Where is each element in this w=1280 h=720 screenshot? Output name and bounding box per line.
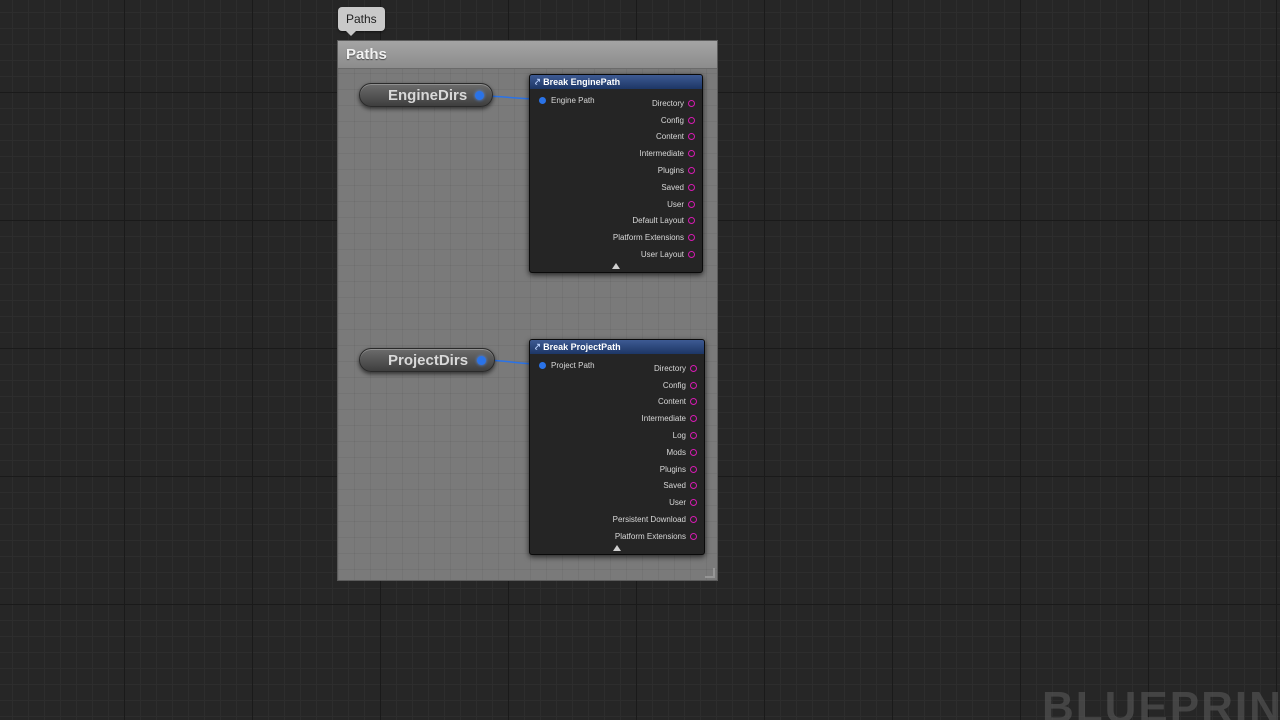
struct-input-pin-icon[interactable]	[539, 97, 546, 104]
blueprint-watermark: BLUEPRINT	[1042, 683, 1280, 720]
break-struct-icon: ⤤	[535, 77, 541, 87]
string-output-pin-icon[interactable]	[688, 234, 695, 242]
pin-label: Saved	[661, 182, 684, 192]
pin-label: Intermediate	[639, 149, 684, 159]
resize-grip-icon[interactable]	[705, 568, 715, 578]
string-output-pin-icon[interactable]	[688, 200, 695, 208]
variable-node-enginedirs[interactable]: EngineDirs	[359, 83, 493, 107]
output-pin-row[interactable]: Content	[656, 129, 695, 146]
output-pin-list: Directory Config Content Intermediate Plugin…	[613, 95, 695, 263]
comment-title[interactable]: Paths	[338, 41, 717, 69]
pin-label: Plugins	[659, 464, 686, 474]
pin-label: Intermediate	[641, 414, 686, 424]
string-output-pin-icon[interactable]	[690, 364, 697, 372]
output-pin-row[interactable]: Content	[658, 394, 697, 411]
break-projectpath-node[interactable]: ⤤ Break ProjectPath Project Path Directo…	[529, 339, 705, 555]
string-output-pin-icon[interactable]	[690, 415, 697, 423]
output-pin-row[interactable]: Platform Extensions	[615, 528, 697, 545]
pin-label: Engine Path	[551, 96, 595, 105]
output-pin-row[interactable]: Mods	[666, 444, 697, 461]
pin-label: User	[669, 498, 686, 508]
string-output-pin-icon[interactable]	[690, 448, 697, 456]
struct-input-pin-icon[interactable]	[539, 362, 546, 369]
input-pin-engine-path[interactable]: Engine Path	[539, 96, 595, 105]
output-pin-row[interactable]: Plugins	[658, 162, 695, 179]
pin-label: Project Path	[551, 361, 595, 370]
input-pin-project-path[interactable]: Project Path	[539, 361, 595, 370]
pin-label: Persistent Download	[612, 515, 686, 525]
output-pin-row[interactable]: Config	[661, 112, 695, 129]
pin-label: Content	[657, 397, 686, 407]
blueprint-graph-canvas[interactable]: Paths Paths EngineDirs ⤤ Break EnginePat…	[0, 0, 1280, 720]
string-output-pin-icon[interactable]	[688, 116, 695, 124]
output-pin-row[interactable]: Saved	[661, 179, 695, 196]
string-output-pin-icon[interactable]	[690, 499, 697, 507]
output-pin-row[interactable]: Persistent Download	[613, 511, 697, 528]
string-output-pin-icon[interactable]	[690, 381, 697, 389]
output-pin-row[interactable]: User	[667, 196, 695, 213]
output-pin-row[interactable]: Directory	[652, 95, 695, 112]
collapse-arrow-icon[interactable]	[613, 545, 621, 551]
output-pin-row[interactable]: Intermediate	[640, 145, 695, 162]
node-title: Break EnginePath	[543, 77, 621, 87]
string-output-pin-icon[interactable]	[690, 516, 697, 524]
string-output-pin-icon[interactable]	[690, 432, 697, 440]
output-pin-row[interactable]: Log	[673, 427, 697, 444]
pin-label: Default Layout	[632, 216, 684, 226]
pin-label: Directory	[651, 98, 684, 108]
pin-label: Mods	[666, 447, 686, 457]
output-pin-row[interactable]: User	[669, 494, 697, 511]
output-pin-row[interactable]: Plugins	[660, 461, 697, 478]
output-pin-row[interactable]: Intermediate	[642, 410, 697, 427]
pin-label: Config	[660, 115, 684, 125]
variable-node-projectdirs[interactable]: ProjectDirs	[359, 348, 495, 372]
string-output-pin-icon[interactable]	[690, 532, 697, 540]
pin-label: Saved	[663, 481, 686, 491]
pin-label: Platform Extensions	[612, 233, 684, 243]
output-pin-row[interactable]: Saved	[663, 478, 697, 495]
string-output-pin-icon[interactable]	[690, 398, 697, 406]
string-output-pin-icon[interactable]	[688, 183, 695, 191]
node-title: Break ProjectPath	[543, 342, 621, 352]
string-output-pin-icon[interactable]	[688, 217, 695, 225]
struct-output-pin-icon[interactable]	[475, 91, 484, 100]
string-output-pin-icon[interactable]	[688, 167, 695, 175]
output-pin-row[interactable]: Default Layout	[632, 213, 695, 230]
pin-label: Directory	[653, 363, 686, 373]
string-output-pin-icon[interactable]	[688, 133, 695, 141]
pin-label: User	[667, 199, 684, 209]
comment-bubble[interactable]: Paths	[338, 7, 385, 36]
output-pin-row[interactable]: Directory	[654, 360, 697, 377]
string-output-pin-icon[interactable]	[690, 482, 697, 490]
break-struct-icon: ⤤	[535, 342, 541, 352]
collapse-arrow-icon[interactable]	[612, 263, 620, 269]
string-output-pin-icon[interactable]	[688, 251, 695, 259]
struct-output-pin-icon[interactable]	[477, 356, 486, 365]
output-pin-row[interactable]: Platform Extensions	[613, 229, 695, 246]
pin-label: Config	[662, 380, 686, 390]
string-output-pin-icon[interactable]	[688, 150, 695, 158]
pin-label: Log	[672, 431, 686, 441]
output-pin-row[interactable]: User Layout	[641, 246, 695, 263]
output-pin-list: Directory Config Content Intermediate Log Mod…	[613, 360, 697, 545]
variable-label: EngineDirs	[388, 87, 468, 104]
pin-label: User Layout	[640, 250, 684, 260]
variable-label: ProjectDirs	[388, 352, 469, 369]
pin-label: Plugins	[657, 166, 684, 176]
break-enginepath-node[interactable]: ⤤ Break EnginePath Engine Path Directory…	[529, 74, 703, 273]
pin-label: Content	[655, 132, 684, 142]
pin-label: Platform Extensions	[614, 531, 686, 541]
output-pin-row[interactable]: Config	[663, 377, 697, 394]
string-output-pin-icon[interactable]	[688, 99, 695, 107]
string-output-pin-icon[interactable]	[690, 465, 697, 473]
